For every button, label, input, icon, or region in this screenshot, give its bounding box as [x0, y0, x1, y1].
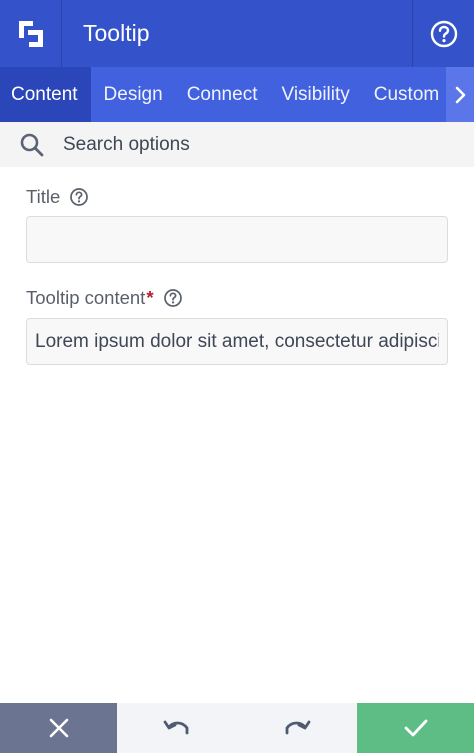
- tab-content[interactable]: Content: [0, 67, 91, 122]
- close-icon: [49, 718, 68, 738]
- tab-scroll-right-button[interactable]: [446, 67, 474, 122]
- redo-button[interactable]: [237, 703, 357, 753]
- chevron-right-icon: [455, 86, 466, 103]
- cancel-button[interactable]: [0, 703, 117, 753]
- help-circle-icon: [163, 289, 182, 307]
- undo-button[interactable]: [117, 703, 237, 753]
- tooltip-content-input[interactable]: [26, 318, 448, 365]
- title-field-label: Title: [26, 186, 89, 208]
- redo-icon: [285, 720, 311, 735]
- tooltip-content-label-text: Tooltip content: [26, 287, 146, 308]
- title-input[interactable]: [26, 216, 448, 263]
- title-help-button[interactable]: [69, 187, 89, 207]
- tab-connect[interactable]: Connect: [174, 67, 269, 122]
- panel-title: Tooltip: [83, 20, 150, 46]
- check-icon: [404, 719, 427, 737]
- tab-visibility[interactable]: Visibility: [268, 67, 360, 122]
- tab-bar: Content Design Connect Visibility Custom: [0, 67, 474, 122]
- action-footer: [0, 703, 474, 753]
- builder-logo-icon: [18, 20, 43, 47]
- title-label-text: Title: [26, 186, 61, 207]
- search-input[interactable]: [63, 122, 474, 167]
- panel-header: Tooltip: [0, 0, 474, 67]
- help-button[interactable]: [412, 0, 474, 67]
- confirm-button[interactable]: [357, 703, 474, 753]
- help-circle-icon: [430, 20, 457, 47]
- logo-button[interactable]: [0, 0, 62, 67]
- help-circle-icon: [70, 188, 89, 206]
- search-bar: [0, 122, 474, 167]
- required-marker: *: [146, 287, 154, 308]
- tooltip-content-field-label: Tooltip content *: [26, 287, 183, 309]
- search-icon-wrap: [0, 132, 63, 158]
- tab-design[interactable]: Design: [91, 67, 174, 122]
- search-icon: [20, 133, 43, 156]
- tooltip-content-help-button[interactable]: [163, 288, 183, 308]
- undo-icon: [163, 720, 189, 735]
- tab-custom[interactable]: Custom: [361, 67, 450, 122]
